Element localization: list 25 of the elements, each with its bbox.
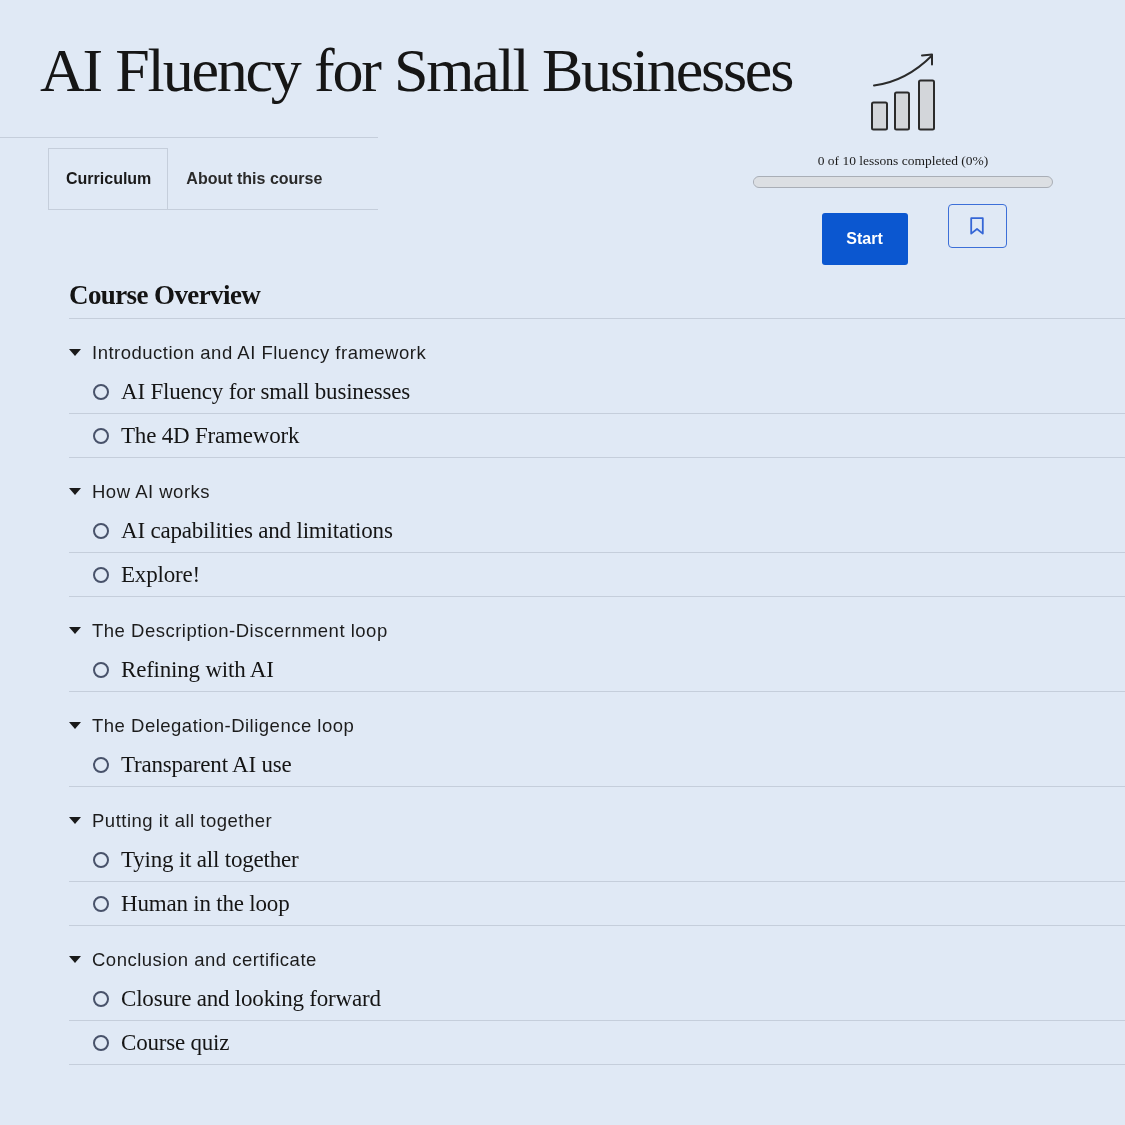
section-toggle[interactable]: How AI works bbox=[69, 474, 211, 509]
lesson-link[interactable]: Closure and looking forward bbox=[121, 984, 381, 1013]
section-toggle[interactable]: The Delegation-Diligence loop bbox=[69, 708, 355, 743]
lesson-link[interactable]: Explore! bbox=[121, 560, 200, 589]
bookmark-button[interactable] bbox=[947, 204, 1007, 248]
tab[interactable]: Curriculum bbox=[48, 148, 169, 210]
lesson-link[interactable]: Transparent AI use bbox=[121, 750, 292, 779]
lesson-link[interactable]: AI Fluency for small businesses bbox=[121, 377, 410, 406]
overview-heading: Course Overview bbox=[69, 279, 261, 311]
bar-chart-icon bbox=[870, 52, 936, 132]
lesson-link[interactable]: AI capabilities and limitations bbox=[121, 516, 393, 545]
section-toggle[interactable]: Introduction and AI Fluency framework bbox=[69, 335, 427, 370]
progress-text: 0 of 10 lessons completed (0%) bbox=[817, 153, 989, 168]
tab[interactable]: About this course bbox=[168, 148, 340, 210]
lesson-link[interactable]: Human in the loop bbox=[121, 889, 290, 918]
lesson-link[interactable]: Tying it all together bbox=[121, 845, 299, 874]
section-toggle[interactable]: The Description-Discernment loop bbox=[69, 613, 388, 648]
lesson-link[interactable]: Course quiz bbox=[121, 1028, 230, 1057]
section-toggle[interactable]: Putting it all together bbox=[69, 803, 273, 838]
lesson-link[interactable]: The 4D Framework bbox=[121, 421, 300, 450]
bookmark-icon bbox=[970, 217, 984, 235]
lesson-link[interactable]: Refining with AI bbox=[121, 655, 274, 684]
course-title: AI Fluency for Small Businesses bbox=[40, 35, 793, 106]
start-button[interactable]: Start bbox=[821, 213, 908, 265]
section-toggle[interactable]: Conclusion and certificate bbox=[69, 942, 317, 977]
